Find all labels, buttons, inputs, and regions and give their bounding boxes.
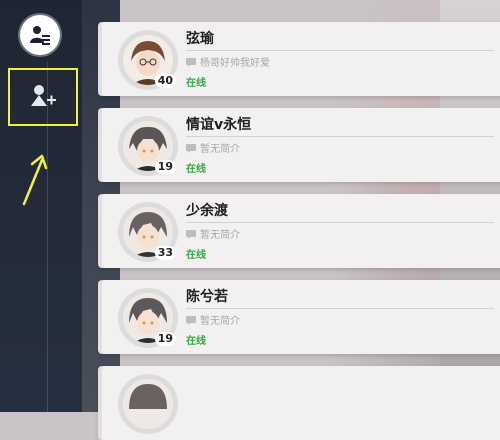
level-badge: 33 — [154, 246, 176, 260]
friend-name: 情谊v永恒 — [186, 117, 252, 133]
friend-card[interactable]: 19 陈兮若 暂无简介 在线 — [98, 280, 500, 354]
friend-bio: 杨哥好帅我好爱 — [186, 54, 270, 69]
friend-bio-text: 暂无简介 — [200, 316, 240, 327]
quote-icon — [186, 229, 196, 239]
add-friend-icon — [31, 85, 56, 106]
friend-bio-text: 暂无简介 — [200, 144, 240, 155]
friend-bio-text: 杨哥好帅我好爱 — [200, 58, 270, 69]
avatar: 40 — [118, 30, 178, 90]
online-status: 在线 — [186, 78, 206, 89]
quote-icon — [186, 315, 196, 325]
friend-name: 陈兮若 — [186, 289, 228, 305]
level-badge: 19 — [154, 160, 176, 174]
avatar: 33 — [118, 202, 178, 262]
online-status: 在线 — [186, 336, 206, 347]
card-divider — [186, 50, 494, 51]
friend-card-partial[interactable] — [98, 366, 500, 440]
card-divider — [186, 222, 494, 223]
yellow-arrow — [22, 154, 48, 206]
level-badge: 19 — [154, 332, 176, 346]
friend-bio: 暂无简介 — [186, 140, 240, 155]
profile-list-icon — [30, 26, 50, 45]
quote-icon — [186, 143, 196, 153]
friend-card[interactable]: 19 情谊v永恒 暂无简介 在线 — [98, 108, 500, 182]
friend-bio: 暂无简介 — [186, 312, 240, 327]
quote-icon — [186, 57, 196, 67]
friend-name: 弦瑜 — [186, 31, 214, 47]
friend-name: 少余渡 — [186, 203, 228, 219]
friend-bio-text: 暂无简介 — [200, 230, 240, 241]
friend-card[interactable]: 33 少余渡 暂无简介 在线 — [98, 194, 500, 268]
profile-button[interactable] — [20, 15, 60, 55]
online-status: 在线 — [186, 250, 206, 261]
card-divider — [186, 308, 494, 309]
avatar — [118, 374, 178, 434]
add-friend-button[interactable] — [8, 68, 78, 126]
avatar: 19 — [118, 288, 178, 348]
level-badge: 40 — [154, 74, 176, 88]
friend-bio: 暂无简介 — [186, 226, 240, 241]
online-status: 在线 — [186, 164, 206, 175]
avatar: 19 — [118, 116, 178, 176]
friend-card[interactable]: 40 弦瑜 杨哥好帅我好爱 在线 — [98, 22, 500, 96]
avatar-image — [123, 379, 173, 429]
card-divider — [186, 136, 494, 137]
